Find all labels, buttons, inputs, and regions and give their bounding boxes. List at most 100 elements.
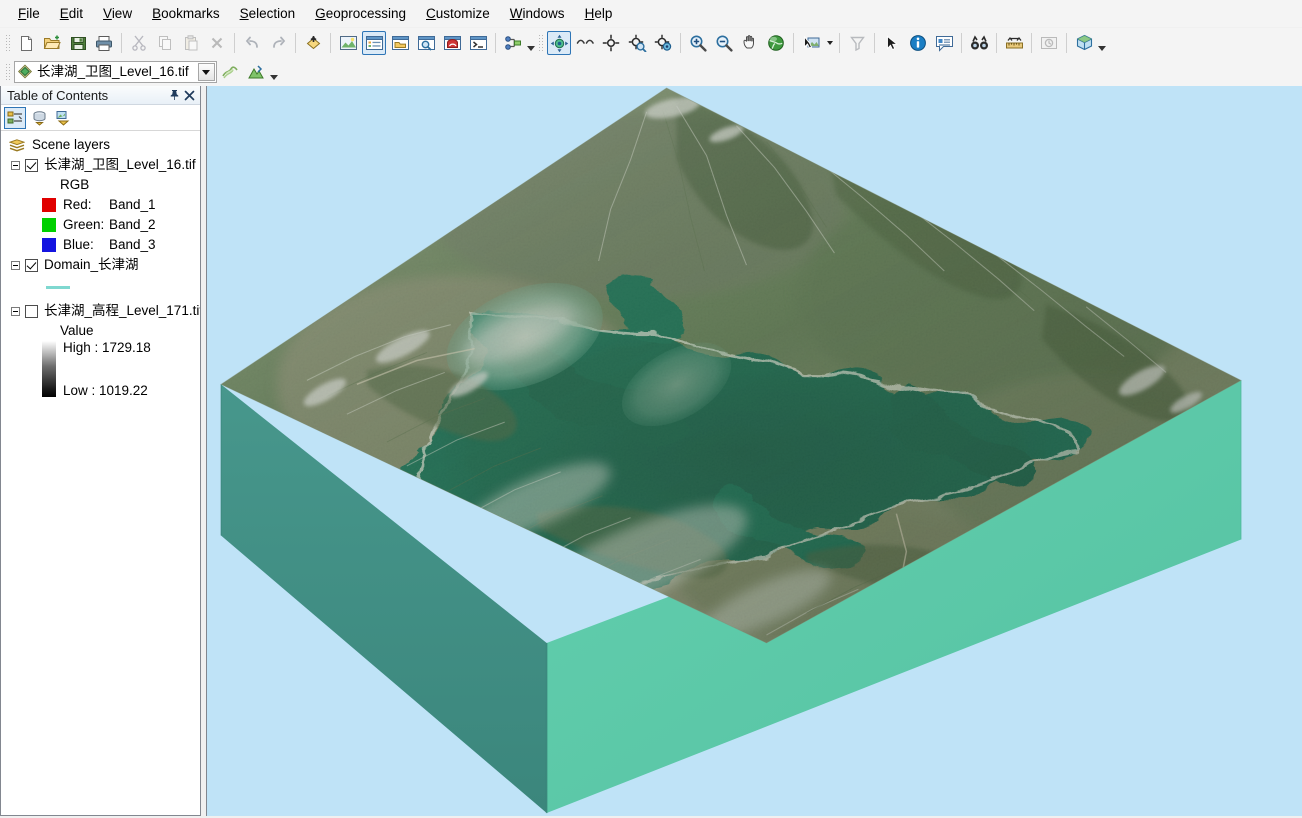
center-on-target-icon[interactable] bbox=[599, 31, 623, 55]
elevation-high-label: High : 1729.18 bbox=[63, 340, 151, 355]
select-features-icon[interactable] bbox=[799, 31, 823, 55]
python-window-icon[interactable] bbox=[466, 31, 490, 55]
toc-root-scene-layers[interactable]: Scene layers bbox=[1, 135, 200, 155]
scene-canvas[interactable] bbox=[207, 86, 1302, 816]
elevation-color-ramp[interactable] bbox=[42, 341, 56, 397]
toc-layer-tree[interactable]: Scene layers 长津湖_卫图_Level_16.tif RGB Red… bbox=[1, 131, 200, 815]
navigate-icon[interactable] bbox=[547, 31, 571, 55]
menu-edit[interactable]: Edit bbox=[50, 3, 93, 25]
print-icon[interactable] bbox=[92, 31, 116, 55]
layer-selector-combo[interactable]: 长津湖_卫图_Level_16.tif bbox=[14, 61, 217, 83]
save-icon[interactable] bbox=[66, 31, 90, 55]
close-icon[interactable] bbox=[182, 88, 197, 103]
zoom-in-icon[interactable] bbox=[686, 31, 710, 55]
red-band-swatch[interactable] bbox=[42, 198, 56, 212]
menu-file[interactable]: File bbox=[8, 3, 50, 25]
raster-layer-icon bbox=[17, 64, 33, 80]
menu-bookmarks[interactable]: Bookmarks bbox=[142, 3, 230, 25]
fly-icon[interactable] bbox=[573, 31, 597, 55]
toc-toolbar bbox=[1, 105, 200, 131]
toc-band-row-green[interactable]: Green: Band_2 bbox=[1, 215, 200, 235]
scene-layers-icon bbox=[9, 138, 25, 152]
toc-band-row-red[interactable]: Red: Band_1 bbox=[1, 195, 200, 215]
layer-transparency-icon[interactable] bbox=[218, 60, 242, 84]
delete-icon[interactable] bbox=[205, 31, 229, 55]
find-icon[interactable] bbox=[967, 31, 991, 55]
model-builder-icon[interactable] bbox=[501, 31, 525, 55]
undo-icon[interactable] bbox=[240, 31, 264, 55]
toc-layer-row-1[interactable]: Domain_长津湖 bbox=[1, 255, 200, 275]
toc-layer-row-2[interactable]: 长津湖_高程_Level_171.tif bbox=[1, 301, 200, 321]
menu-help[interactable]: Help bbox=[575, 3, 623, 25]
layer-face-culling-icon[interactable] bbox=[244, 60, 268, 84]
redo-icon[interactable] bbox=[266, 31, 290, 55]
green-band-swatch[interactable] bbox=[42, 218, 56, 232]
list-by-source-icon[interactable] bbox=[28, 107, 50, 129]
catalog-window-icon[interactable] bbox=[388, 31, 412, 55]
green-band-channel: Green: bbox=[63, 217, 105, 233]
toc-title-bar: Table of Contents bbox=[1, 86, 200, 105]
open-folder-icon[interactable] bbox=[40, 31, 64, 55]
layer-visibility-checkbox-2[interactable] bbox=[25, 304, 38, 318]
new-document-icon[interactable] bbox=[14, 31, 38, 55]
pin-icon[interactable] bbox=[167, 88, 182, 103]
menu-view[interactable]: View bbox=[93, 3, 142, 25]
expander-icon[interactable] bbox=[11, 260, 20, 270]
set-observer-icon[interactable] bbox=[651, 31, 675, 55]
expander-icon[interactable] bbox=[11, 160, 20, 170]
layer-toolbar-overflow[interactable] bbox=[269, 61, 279, 83]
clear-selection-icon[interactable] bbox=[845, 31, 869, 55]
select-features-dropdown-arrow[interactable] bbox=[824, 32, 835, 54]
toc-renderer-group-rgb: RGB bbox=[1, 175, 200, 195]
standard-toolbar-overflow[interactable] bbox=[526, 32, 536, 54]
main-area: Table of Contents Scene layers 长津湖_卫图_Le… bbox=[0, 86, 1302, 818]
copy-icon[interactable] bbox=[153, 31, 177, 55]
toc-symbol-row-domain[interactable] bbox=[1, 275, 200, 299]
tools-toolbar-grip[interactable] bbox=[537, 33, 544, 53]
domain-line-symbol[interactable] bbox=[46, 285, 70, 289]
pan-icon[interactable] bbox=[738, 31, 762, 55]
expander-icon[interactable] bbox=[11, 306, 20, 316]
table-of-contents-icon[interactable] bbox=[362, 31, 386, 55]
measure-icon[interactable] bbox=[1002, 31, 1026, 55]
toc-layer-name-1: Domain_长津湖 bbox=[44, 257, 139, 273]
tools-toolbar-overflow[interactable] bbox=[1097, 32, 1107, 54]
zoom-to-target-icon[interactable] bbox=[625, 31, 649, 55]
toolbar-separator bbox=[295, 33, 296, 53]
toc-layer-row-0[interactable]: 长津湖_卫图_Level_16.tif bbox=[1, 155, 200, 175]
scene-cube-icon[interactable] bbox=[1072, 31, 1096, 55]
toc-band-row-blue[interactable]: Blue: Band_3 bbox=[1, 235, 200, 255]
list-by-visibility-icon[interactable] bbox=[52, 107, 74, 129]
toolbar-separator bbox=[961, 33, 962, 53]
add-data-icon[interactable] bbox=[301, 31, 325, 55]
scene-properties-icon[interactable] bbox=[336, 31, 360, 55]
blue-band-channel: Blue: bbox=[63, 237, 94, 253]
blue-band-swatch[interactable] bbox=[42, 238, 56, 252]
menu-windows[interactable]: Windows bbox=[500, 3, 575, 25]
layer-visibility-checkbox-1[interactable] bbox=[25, 258, 38, 272]
menu-selection[interactable]: Selection bbox=[230, 3, 306, 25]
layer-toolbar: 长津湖_卫图_Level_16.tif bbox=[0, 58, 1302, 86]
layer-toolbar-grip[interactable] bbox=[4, 62, 11, 82]
toolbar-grip[interactable] bbox=[4, 33, 11, 53]
3d-scene-view[interactable] bbox=[206, 86, 1302, 816]
identify-icon[interactable] bbox=[906, 31, 930, 55]
rgb-group-label: RGB bbox=[60, 177, 90, 193]
full-extent-icon[interactable] bbox=[764, 31, 788, 55]
layer-visibility-checkbox-0[interactable] bbox=[25, 158, 38, 172]
layer-selector-dropdown-arrow[interactable] bbox=[197, 63, 215, 81]
arctoolbox-icon[interactable] bbox=[440, 31, 464, 55]
menu-customize[interactable]: Customize bbox=[416, 3, 500, 25]
elevation-low-label: Low : 1019.22 bbox=[63, 382, 148, 398]
paste-icon[interactable] bbox=[179, 31, 203, 55]
list-by-drawing-order-icon[interactable] bbox=[4, 106, 26, 129]
zoom-out-icon[interactable] bbox=[712, 31, 736, 55]
toc-title-label: Table of Contents bbox=[7, 87, 109, 103]
search-window-icon[interactable] bbox=[414, 31, 438, 55]
select-elements-icon[interactable] bbox=[880, 31, 904, 55]
menu-geoprocessing[interactable]: Geoprocessing bbox=[305, 3, 416, 25]
html-popup-icon[interactable] bbox=[932, 31, 956, 55]
time-slider-icon[interactable] bbox=[1037, 31, 1061, 55]
red-band-channel: Red: bbox=[63, 197, 92, 213]
cut-icon[interactable] bbox=[127, 31, 151, 55]
